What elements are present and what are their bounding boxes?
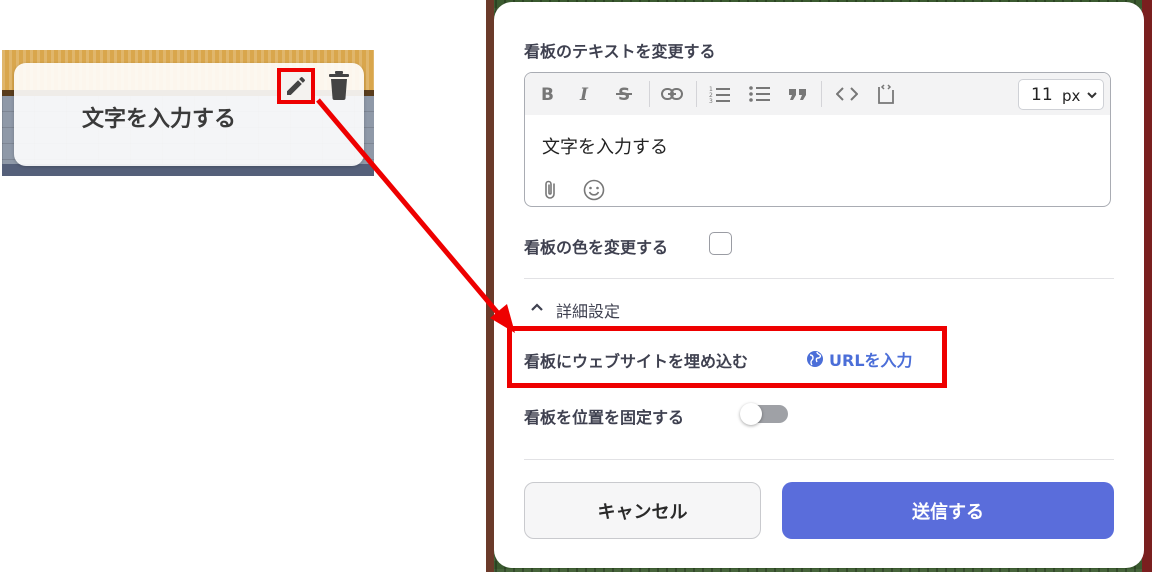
code-block-icon[interactable] (873, 81, 899, 107)
chevron-down-icon (1087, 92, 1097, 99)
font-size-unit: px (1062, 87, 1081, 105)
font-size-value: 11 (1031, 85, 1053, 105)
ordered-list-icon[interactable]: 123 (707, 81, 733, 107)
paperclip-icon[interactable] (543, 179, 559, 201)
rich-text-editor[interactable]: B I S 123 11 px 文字を入力する (524, 72, 1111, 207)
color-checkbox[interactable] (709, 232, 732, 255)
background-edge-left (486, 0, 494, 572)
quote-icon[interactable] (785, 81, 811, 107)
strikethrough-icon[interactable]: S (611, 81, 637, 107)
trash-icon[interactable] (327, 70, 351, 100)
highlight-box (507, 326, 947, 388)
edit-sign-button[interactable] (277, 68, 315, 104)
pencil-icon (287, 76, 306, 95)
chevron-up-icon (531, 303, 543, 311)
color-section-label: 看板の色を変更する (524, 238, 669, 257)
toggle-knob (740, 403, 762, 425)
section-divider (524, 459, 1114, 460)
advanced-settings-label: 詳細設定 (556, 302, 621, 321)
editor-toolbar: B I S 123 11 px (525, 73, 1110, 115)
pin-position-label: 看板を位置を固定する (524, 408, 685, 427)
link-icon[interactable] (659, 81, 685, 107)
edit-sign-dialog: 看板のテキストを変更する B I S 123 11 px 文字を入力する 看板の… (494, 2, 1144, 568)
bullet-list-icon[interactable] (747, 81, 773, 107)
submit-button[interactable]: 送信する (782, 482, 1114, 539)
section-divider (524, 278, 1114, 279)
editor-content[interactable]: 文字を入力する (542, 133, 668, 159)
pin-position-toggle[interactable] (740, 403, 788, 425)
toolbar-divider (649, 81, 650, 107)
sign-text: 文字を入力する (81, 107, 236, 132)
text-section-label: 看板のテキストを変更する (524, 42, 716, 61)
svg-text:3: 3 (709, 98, 713, 104)
cancel-button[interactable]: キャンセル (524, 482, 761, 539)
svg-text:B: B (541, 85, 554, 103)
bold-icon[interactable]: B (534, 81, 560, 107)
italic-icon[interactable]: I (572, 81, 598, 107)
emoji-icon[interactable] (583, 179, 605, 201)
code-icon[interactable] (834, 81, 860, 107)
font-size-select[interactable]: 11 px (1018, 79, 1104, 110)
toolbar-divider (821, 81, 822, 107)
svg-text:I: I (579, 85, 589, 103)
sign-preview-screenshot: 文字を入力する (2, 50, 374, 176)
toolbar-divider (696, 81, 697, 107)
